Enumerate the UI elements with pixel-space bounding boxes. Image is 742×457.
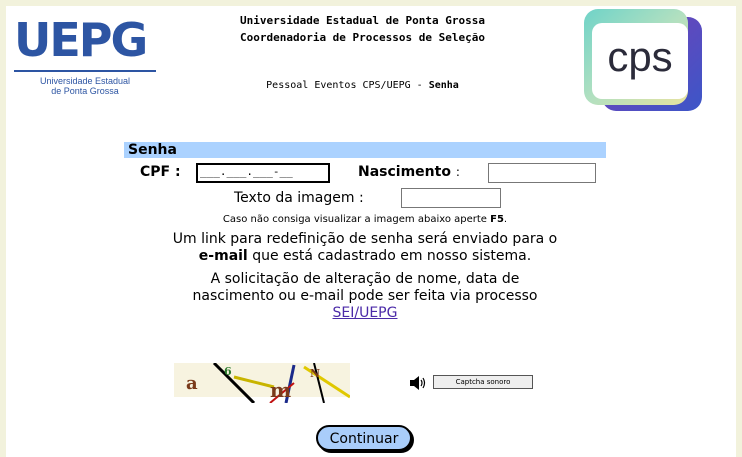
header-title-line2: Coordenadoria de Processos de Seleção <box>239 31 486 44</box>
form-heading: Senha <box>124 142 606 158</box>
captcha-graphic: a 6 m N <box>174 361 351 405</box>
cpf-birth-row: CPF : ___.___.___-__ Nascimento : <box>124 160 606 184</box>
uepg-logo-bar <box>14 70 156 72</box>
captcha-hint-suffix: . <box>503 214 508 225</box>
speaker-icon[interactable] <box>409 375 429 391</box>
uepg-logo-subtitle: Universidade Estadual de Ponta Grossa <box>14 76 156 96</box>
uepg-logo-sub-line2: de Ponta Grossa <box>51 86 119 96</box>
header-title: Universidade Estadual de Ponta Grossa Co… <box>190 12 535 46</box>
birth-label: Nascimento : <box>358 164 460 180</box>
change-info-line2: nascimento ou e-mail pode ser feita via … <box>192 288 538 304</box>
captcha-hint-prefix: Caso não consiga visualizar a imagem aba… <box>222 214 491 225</box>
captcha-hint: Caso não consiga visualizar a imagem aba… <box>124 214 606 225</box>
speaker-icon-graphic <box>410 376 426 390</box>
captcha-char-2: 6 <box>224 365 232 378</box>
captcha-char-4: N <box>310 367 320 380</box>
captcha-image: a 6 m N <box>174 361 351 405</box>
reset-info-email: e-mail <box>198 248 248 264</box>
image-text-row: Texto da imagem : <box>124 184 606 212</box>
cps-logo-text: cps <box>607 33 673 80</box>
image-text-input[interactable] <box>401 188 501 208</box>
image-text-label: Texto da imagem : <box>234 190 364 206</box>
change-info: A solicitação de alteração de nome, data… <box>124 271 606 322</box>
cps-logo: cps <box>578 9 704 113</box>
cpf-input[interactable]: ___.___.___-__ <box>196 163 330 183</box>
reset-info-line1: Um link para redefinição de senha será e… <box>172 231 558 247</box>
reset-info-line2: e-mail que está cadastrado em nosso sist… <box>124 248 606 265</box>
continue-button[interactable]: Continuar <box>316 425 412 451</box>
sei-uepg-link[interactable]: SEI/UEPG <box>333 305 398 321</box>
header-subtitle-prefix: Pessoal Eventos CPS/UEPG - <box>266 80 429 91</box>
birth-label-colon: : <box>455 165 460 179</box>
captcha-hint-key: F5 <box>490 214 504 225</box>
header-subtitle-bold: Senha <box>428 80 459 91</box>
cpf-label: CPF : <box>140 164 181 180</box>
captcha-char-1: a <box>186 373 198 394</box>
change-info-line1: A solicitação de alteração de nome, data… <box>210 271 520 287</box>
password-form: Senha CPF : ___.___.___-__ Nascimento : … <box>124 142 606 322</box>
uepg-logo: UEPG Universidade Estadual de Ponta Gros… <box>10 10 160 105</box>
audio-captcha-button[interactable]: Captcha sonoro <box>433 375 533 389</box>
header-subtitle: Pessoal Eventos CPS/UEPG - Senha <box>190 80 535 91</box>
reset-info: Um link para redefinição de senha será e… <box>124 231 606 265</box>
captcha-char-3: m <box>270 378 291 402</box>
reset-info-rest: que está cadastrado em nosso sistema. <box>247 248 532 264</box>
cpf-label-text: CPF <box>140 164 171 180</box>
uepg-logo-sub-line1: Universidade Estadual <box>39 76 131 86</box>
cpf-input-mask: ___.___.___-__ <box>200 165 293 178</box>
uepg-logo-letters: UEPG <box>14 13 148 67</box>
birth-date-input[interactable] <box>488 163 596 183</box>
cpf-label-colon: : <box>174 164 181 180</box>
birth-label-text: Nascimento <box>358 164 451 180</box>
header-title-line1: Universidade Estadual de Ponta Grossa <box>239 14 486 27</box>
